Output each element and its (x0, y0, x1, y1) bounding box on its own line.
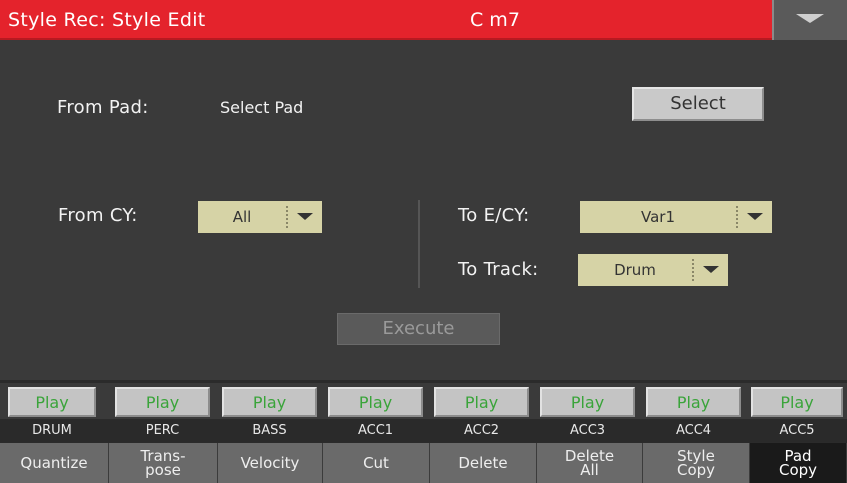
tab-quantize[interactable]: Quantize (0, 443, 109, 483)
function-tabs-row: Quantize Trans- pose Velocity Cut Delete… (0, 443, 847, 483)
column-divider (418, 200, 420, 288)
chevron-down-icon (694, 254, 728, 286)
play-button-perc[interactable]: Play (115, 387, 210, 417)
track-label-acc1: ACC1 (357, 423, 394, 438)
track-label-acc2: ACC2 (463, 423, 500, 438)
triangle-down-icon (796, 14, 824, 23)
from-pad-value: Select Pad (220, 98, 304, 117)
to-track-dropdown[interactable]: Drum (578, 254, 728, 286)
page-title: Style Rec: Style Edit (8, 9, 206, 31)
to-ecy-label: To E/CY: (458, 205, 530, 226)
track-label-acc4: ACC4 (675, 423, 712, 438)
from-cy-value: All (232, 208, 252, 226)
to-ecy-dropdown[interactable]: Var1 (580, 201, 772, 233)
play-button-bass[interactable]: Play (222, 387, 317, 417)
play-button-acc5[interactable]: Play (751, 387, 843, 417)
track-labels-row: DRUM PERC BASS ACC1 ACC2 ACC3 ACC4 ACC5 (0, 420, 847, 442)
tab-transpose[interactable]: Trans- pose (109, 443, 218, 483)
play-button-acc3[interactable]: Play (540, 387, 635, 417)
tab-delete[interactable]: Delete (430, 443, 537, 483)
tab-pad-copy[interactable]: Pad Copy (750, 443, 847, 483)
play-button-acc2[interactable]: Play (434, 387, 529, 417)
to-track-value: Drum (614, 261, 656, 279)
from-pad-label: From Pad: (57, 97, 149, 118)
chevron-down-icon (288, 201, 322, 233)
from-cy-label: From CY: (58, 205, 138, 226)
play-button-acc1[interactable]: Play (328, 387, 423, 417)
title-bar: Style Rec: Style Edit C m7 (0, 0, 847, 40)
chevron-down-icon (738, 201, 772, 233)
tab-cut[interactable]: Cut (323, 443, 430, 483)
title-strip: Style Rec: Style Edit C m7 (0, 0, 772, 40)
play-buttons-row: Play Play Play Play Play Play Play Play (0, 383, 847, 419)
to-track-label: To Track: (458, 259, 539, 280)
track-label-bass: BASS (252, 423, 287, 438)
track-label-acc3: ACC3 (569, 423, 606, 438)
tab-style-copy[interactable]: Style Copy (643, 443, 750, 483)
tab-velocity[interactable]: Velocity (218, 443, 323, 483)
track-label-drum: DRUM (32, 423, 72, 438)
execute-button[interactable]: Execute (337, 313, 500, 345)
select-pad-button[interactable]: Select (632, 87, 764, 121)
page-menu-button[interactable] (772, 0, 847, 40)
play-button-drum[interactable]: Play (8, 387, 96, 417)
play-button-acc4[interactable]: Play (646, 387, 741, 417)
track-label-acc5: ACC5 (779, 423, 815, 438)
to-ecy-value: Var1 (641, 208, 675, 226)
from-cy-dropdown[interactable]: All (198, 201, 322, 233)
main-panel: From Pad: Select Pad Select From CY: All… (0, 40, 847, 380)
tab-delete-all[interactable]: Delete All (537, 443, 643, 483)
track-label-perc: PERC (145, 423, 180, 438)
chord-display: C m7 (470, 9, 520, 31)
